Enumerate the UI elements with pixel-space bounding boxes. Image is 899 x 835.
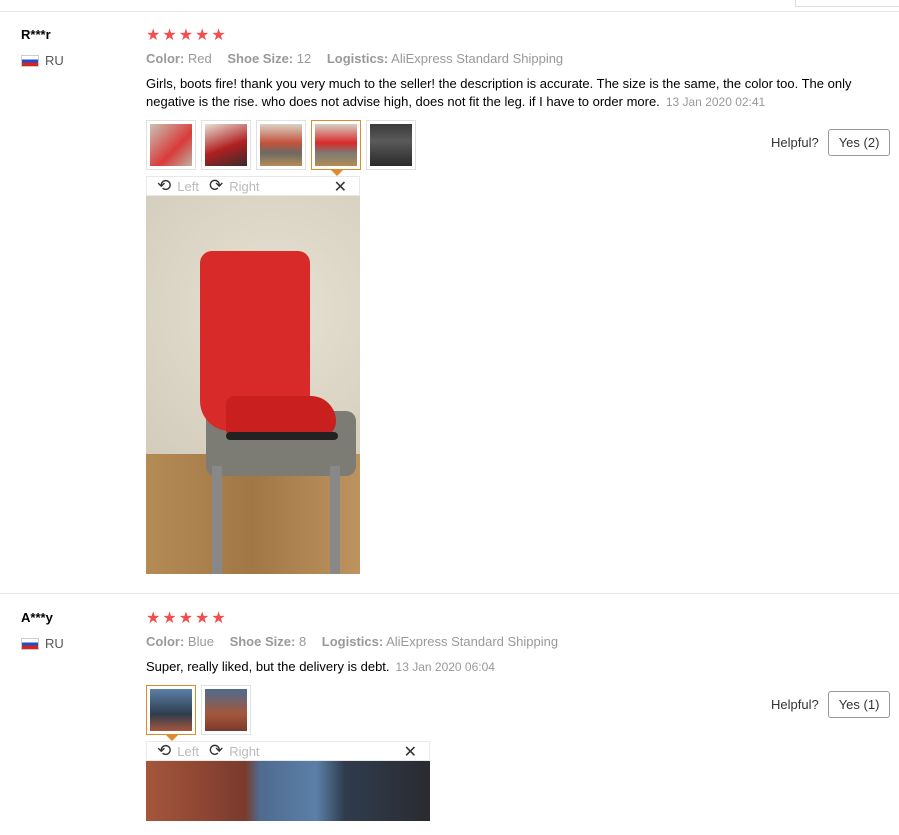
reviewer-name: R***r [21,27,51,42]
size-value: 8 [298,634,307,649]
photo-thumbnail[interactable] [256,120,306,170]
rotate-left-label: Left [177,178,199,194]
logistics-value: AliExpress Standard Shipping [391,51,564,66]
helpful-label: Helpful? [771,697,819,712]
review-item: R***r RU ★ ★ ★ ★ ★ Color: Red Shoe Size:… [0,12,899,594]
star-icon: ★ [162,608,177,627]
flag-ru-icon [21,54,39,67]
star-rating: ★ ★ ★ ★ ★ [146,27,226,43]
star-rating: ★ ★ ★ ★ ★ [146,610,226,626]
flag-ru-icon [21,637,39,650]
photo-thumbnail-active[interactable] [311,120,361,176]
color-value: Red [187,51,212,66]
logistics-value: AliExpress Standard Shipping [386,634,559,649]
viewer-toolbar: ⟲ Left ⟳ Right ✕ [146,741,430,761]
photo-thumbnails [146,120,416,176]
logistics-label: Logistics: [326,51,389,66]
review-photo-large [146,761,430,821]
photo-thumbnails [146,685,251,741]
photo-thumbnail[interactable] [201,120,251,170]
reviewer-name: A***y [21,610,53,625]
review-date: 13 Jan 2020 02:41 [665,95,766,109]
review-date: 13 Jan 2020 06:04 [395,660,495,674]
reviewer-country: RU [21,53,64,68]
size-value: 12 [296,51,312,66]
photo-viewer: ⟲ Left ⟳ Right ✕ [146,176,360,574]
rotate-left-button[interactable]: ⟲ Left [157,176,199,196]
rotate-right-icon: ⟳ [208,176,224,196]
rotate-right-button[interactable]: ⟳ Right [209,176,260,196]
photo-viewer: ⟲ Left ⟳ Right ✕ [146,741,430,821]
color-label: Color: [146,634,185,649]
star-icon: ★ [162,25,177,44]
star-icon: ★ [195,608,210,627]
review-item: A***y RU ★ ★ ★ ★ ★ Color: Blue Shoe Size… [0,595,899,825]
review-text: Super, really liked, but the delivery is… [146,658,866,676]
review-meta: Color: Red Shoe Size: 12 Logistics: AliE… [146,51,575,66]
top-bar [0,0,899,12]
helpful-label: Helpful? [771,135,819,150]
photo-thumbnail[interactable] [146,120,196,170]
close-icon[interactable]: ✕ [404,742,417,761]
country-code: RU [45,636,64,651]
rotate-right-button[interactable]: ⟳ Right [209,741,260,761]
rotate-left-label: Left [177,743,199,759]
viewer-toolbar: ⟲ Left ⟳ Right ✕ [146,176,360,196]
photo-thumbnail-active[interactable] [146,685,196,741]
rotate-left-icon: ⟲ [157,176,172,196]
helpful-section: Helpful? Yes (1) [771,691,891,718]
rotate-right-label: Right [229,178,260,194]
rotate-left-icon: ⟲ [157,741,172,761]
star-icon: ★ [195,25,210,44]
rotate-right-icon: ⟳ [208,741,224,761]
star-icon: ★ [146,608,161,627]
review-text: Girls, boots fire! thank you very much t… [146,75,866,111]
size-label: Shoe Size: [227,51,294,66]
star-icon: ★ [211,25,226,44]
star-icon: ★ [146,25,161,44]
color-value: Blue [187,634,214,649]
star-icon: ★ [211,608,226,627]
country-code: RU [45,53,64,68]
size-label: Shoe Size: [229,634,296,649]
photo-thumbnail[interactable] [366,120,416,170]
rotate-left-button[interactable]: ⟲ Left [157,741,199,761]
helpful-yes-button[interactable]: Yes (1) [827,691,891,718]
logistics-label: Logistics: [321,634,384,649]
color-label: Color: [146,51,185,66]
review-photo-large [146,196,360,574]
star-icon: ★ [178,608,194,627]
review-meta: Color: Blue Shoe Size: 8 Logistics: AliE… [146,634,570,649]
top-control-stub [795,0,899,7]
reviewer-country: RU [21,636,64,651]
rotate-right-label: Right [229,743,260,759]
photo-thumbnail[interactable] [201,685,251,735]
review-body: Super, really liked, but the delivery is… [146,659,390,674]
close-icon[interactable]: ✕ [334,177,347,196]
helpful-yes-button[interactable]: Yes (2) [827,129,891,156]
star-icon: ★ [178,25,194,44]
helpful-section: Helpful? Yes (2) [771,129,891,156]
